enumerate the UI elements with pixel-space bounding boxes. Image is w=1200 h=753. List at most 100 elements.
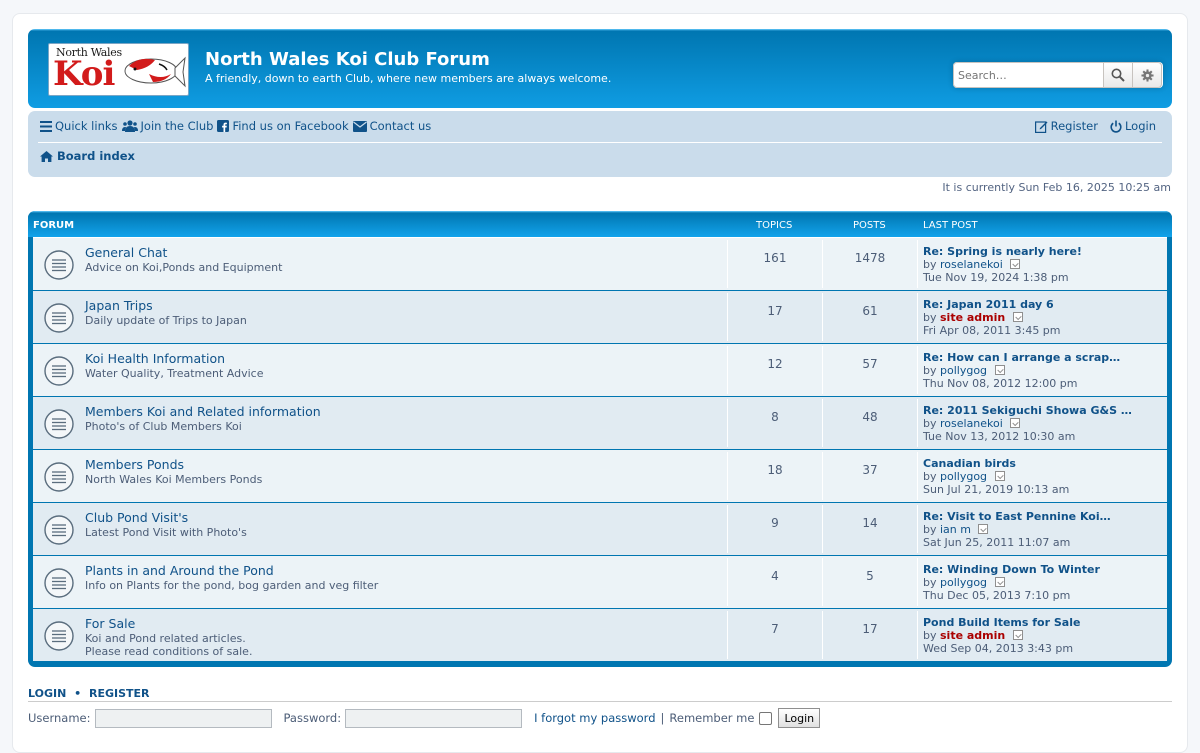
remember-me-checkbox[interactable] [759,711,773,725]
site-logo[interactable]: North Wales Koi [48,43,189,96]
last-post-by: by [923,258,937,271]
last-post-date: Tue Nov 19, 2024 1:38 pm [923,271,1069,284]
last-post: Pond Build Items for Sale by site admin … [923,616,1080,655]
header-topics: TOPICS [756,220,793,231]
last-post: Re: 2011 Sekiguchi Showa G&S … by rosela… [923,404,1132,443]
last-post-title[interactable]: Canadian birds [923,457,1069,470]
forum-title[interactable]: Members Koi and Related information [85,404,321,419]
view-latest-post-icon[interactable] [1010,259,1021,269]
last-post-author[interactable]: ian m [940,523,971,536]
last-post-title[interactable]: Re: 2011 Sekiguchi Showa G&S … [923,404,1132,417]
forum-row: Japan Trips Daily update of Trips to Jap… [33,290,1167,343]
view-latest-post-icon[interactable] [1010,418,1021,428]
forum-title[interactable]: Club Pond Visit's [85,510,188,525]
last-post-author[interactable]: pollygog [940,470,987,483]
column-divider [917,611,918,659]
last-post-author[interactable]: roselanekoi [940,417,1003,430]
last-post-author[interactable]: roselanekoi [940,258,1003,271]
last-post-title[interactable]: Pond Build Items for Sale [923,616,1080,629]
last-post-by: by [923,629,937,642]
login-divider [28,701,1172,702]
login-button[interactable]: Login [778,708,821,728]
forgot-password-link[interactable]: I forgot my password [534,711,655,725]
contact-link[interactable]: Contact us [352,119,431,133]
login-label: Login [1124,119,1156,133]
forum-title[interactable]: Japan Trips [85,298,153,313]
last-post-author-line: by roselanekoi [923,417,1132,430]
site-title[interactable]: North Wales Koi Club Forum [205,49,490,70]
posts-count: 14 [862,516,878,530]
last-post-author-line: by pollygog [923,364,1120,377]
board-index-label: Board index [57,149,135,163]
forum-description-line: Photo's of Club Members Koi [85,420,242,433]
last-post-author[interactable]: site admin [940,311,1005,324]
facebook-link[interactable]: Find us on Facebook [217,119,349,133]
topics-count: 17 [767,304,783,318]
forum-list: FORUM TOPICS POSTS LAST POST General Cha… [28,211,1172,667]
username-input[interactable] [94,708,272,728]
view-latest-post-icon[interactable] [994,365,1005,375]
breadcrumb[interactable]: Board index [40,149,135,163]
last-post-author-line: by roselanekoi [923,258,1082,271]
login-header-link[interactable]: LOGIN [28,687,66,700]
last-post-author-line: by pollygog [923,470,1069,483]
forum-title[interactable]: General Chat [85,245,167,260]
forum-title[interactable]: Members Ponds [85,457,184,472]
topics-count: 12 [767,357,783,371]
envelope-icon [352,120,367,132]
column-divider [917,558,918,606]
login-link[interactable]: Login [1110,119,1156,133]
last-post-author[interactable]: site admin [940,629,1005,642]
last-post: Re: Spring is nearly here! by roselaneko… [923,245,1082,284]
forum-description-line: North Wales Koi Members Ponds [85,473,263,486]
search-icon [1111,68,1125,82]
last-post-date: Thu Dec 05, 2013 7:10 pm [923,589,1071,602]
view-latest-post-icon[interactable] [978,524,989,534]
last-post-author[interactable]: pollygog [940,364,987,377]
quick-links-menu[interactable]: Quick links [40,119,118,133]
register-link[interactable]: Register [1034,119,1098,133]
quick-login-form: Username: Password: I forgot my password… [28,708,821,728]
search-input[interactable] [953,62,1104,88]
users-icon [121,120,138,132]
topics-count: 4 [771,569,779,583]
view-latest-post-icon[interactable] [994,577,1005,587]
quick-links-label: Quick links [55,119,118,133]
password-input[interactable] [345,708,523,728]
forum-description: Advice on Koi,Ponds and Equipment [85,261,282,274]
last-post-title[interactable]: Re: Japan 2011 day 6 [923,298,1061,311]
join-club-link[interactable]: Join the Club [121,119,214,133]
register-header-link[interactable]: REGISTER [89,687,150,700]
last-post-author[interactable]: pollygog [940,576,987,589]
search-button[interactable] [1104,62,1133,88]
forum-read-icon [44,515,74,545]
last-post-title[interactable]: Re: Spring is nearly here! [923,245,1082,258]
last-post-title[interactable]: Re: Winding Down To Winter [923,563,1100,576]
view-latest-post-icon[interactable] [1012,630,1023,640]
navbar: Quick links Join the Club Find us on Fac… [28,111,1172,177]
column-divider [917,240,918,288]
hamburger-icon [40,120,52,132]
forum-row: Koi Health Information Water Quality, Tr… [33,343,1167,396]
forum-title[interactable]: Koi Health Information [85,351,225,366]
topics-count: 7 [771,622,779,636]
forum-title[interactable]: For Sale [85,616,135,631]
forum-title[interactable]: Plants in and Around the Pond [85,563,274,578]
join-club-label: Join the Club [140,119,214,133]
last-post-title[interactable]: Re: How can I arrange a scrap… [923,351,1120,364]
login-header-dot: • [74,687,82,700]
view-latest-post-icon[interactable] [1012,312,1023,322]
posts-count: 17 [862,622,878,636]
forum-read-icon [44,356,74,386]
view-latest-post-icon[interactable] [994,471,1005,481]
username-label: Username: [28,711,91,725]
last-post-title[interactable]: Re: Visit to East Pennine Koi… [923,510,1111,523]
last-post-by: by [923,417,937,430]
posts-count: 57 [862,357,878,371]
last-post-author-line: by pollygog [923,576,1100,589]
advanced-search-button[interactable] [1133,62,1162,88]
header-bar: North Wales Koi North Wales Koi Club For… [28,29,1172,108]
posts-count: 61 [862,304,878,318]
last-post-by: by [923,470,937,483]
last-post-date: Wed Sep 04, 2013 3:43 pm [923,642,1074,655]
